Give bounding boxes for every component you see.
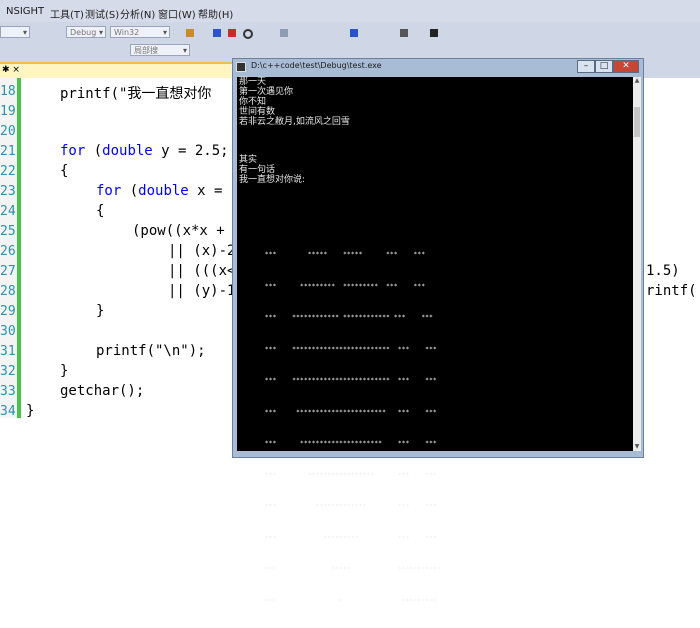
code-line-33: getchar(); — [60, 383, 145, 399]
line-number: 33 — [0, 384, 16, 399]
art-row: *** ************************* *** *** — [257, 345, 437, 353]
menu-window[interactable]: 窗口(W) — [158, 6, 196, 21]
menu-test[interactable]: 测试(S) — [85, 6, 119, 21]
code-line-34: } — [26, 403, 35, 419]
console-line: 那一天 — [239, 77, 267, 87]
code-line-18: printf("我一直想对你 — [60, 86, 212, 102]
console-line: 其实 — [239, 155, 258, 165]
console-title-bar[interactable]: D:\c++code\test\Debug\test.exe – □ ✕ — [233, 59, 643, 75]
line-number: 19 — [0, 104, 16, 119]
art-row: *** ***** ***** *** *** — [257, 251, 426, 258]
code-line-21: for (double y = 2.5; — [60, 143, 229, 159]
line-number: 29 — [0, 304, 16, 319]
code-line-27-right: 1.5) — [646, 263, 680, 279]
code-line-22: { — [60, 163, 69, 179]
nav-combo[interactable] — [0, 26, 30, 39]
menu-help[interactable]: 帮助(H) — [198, 6, 233, 21]
code-line-27: || (((x< — [168, 263, 236, 279]
art-row: *** *********************** *** *** — [257, 408, 437, 416]
step-icon[interactable] — [280, 29, 288, 37]
console-line: 有一句话 — [239, 165, 276, 175]
code-line-28-right: rintf( — [646, 283, 697, 299]
restart-icon[interactable] — [243, 29, 253, 39]
close-button[interactable]: ✕ — [613, 60, 639, 73]
code-line-31: printf("\n"); — [96, 343, 206, 359]
console-line: 第一次遇见你 — [239, 87, 294, 97]
art-row: *** ********* *** *** — [257, 534, 437, 542]
console-line: 你不知 — [239, 97, 267, 107]
change-indicator-bar — [17, 78, 21, 418]
menu-tools[interactable]: 工具(T) — [50, 6, 84, 21]
ascii-art-i-love-u: *** ***** ***** *** *** *** ********* **… — [257, 229, 441, 628]
code-line-32: } — [60, 363, 69, 379]
tab-active-file[interactable]: ✱ × — [0, 62, 232, 78]
line-number: 34 — [0, 404, 16, 419]
code-line-26: || (x)-2 — [168, 243, 236, 259]
line-number: 20 — [0, 124, 16, 139]
line-number: 21 — [0, 144, 16, 159]
code-line-28: || (y)-1 — [168, 283, 236, 299]
scroll-down-icon[interactable]: ▼ — [633, 443, 641, 451]
line-number: 31 — [0, 344, 16, 359]
art-row: *** ************************* *** *** — [257, 377, 437, 384]
code-line-25: (pow((x*x + — [132, 223, 225, 239]
scroll-up-icon[interactable]: ▲ — [633, 77, 641, 85]
line-number: 30 — [0, 324, 16, 339]
menu-analyze[interactable]: 分析(N) — [120, 6, 155, 21]
stop-icon[interactable] — [228, 29, 236, 37]
art-row: *** ************ ************ *** *** — [257, 314, 434, 321]
console-output: 那一天 第一次遇见你 你不知 世间有数 若非云之敝月,如流风之回雪 其实 有一句… — [237, 77, 633, 605]
code-line-29: } — [96, 303, 105, 319]
code-line-23: for (double x = — [96, 183, 223, 199]
config-combo[interactable]: Debug — [66, 26, 106, 39]
toolbar: Debug Win32 局部搜 — [0, 22, 700, 63]
pause-icon[interactable] — [213, 29, 221, 37]
console-line: 我一直想对你说: — [239, 175, 306, 185]
line-number: 25 — [0, 224, 16, 239]
minimize-button[interactable]: – — [577, 60, 595, 73]
line-number: 27 — [0, 264, 16, 279]
line-number-gutter: 18 19 20 21 22 23 24 25 26 27 28 29 30 3… — [0, 78, 17, 419]
breakpoint-icon[interactable] — [350, 29, 358, 37]
scroll-thumb[interactable] — [634, 107, 640, 137]
console-scrollbar[interactable]: ▲ ▼ — [633, 77, 641, 451]
console-line: 世间有数 — [239, 107, 276, 117]
bookmark-icon[interactable] — [186, 29, 194, 37]
line-number: 32 — [0, 364, 16, 379]
line-number: 26 — [0, 244, 16, 259]
line-number: 23 — [0, 184, 16, 199]
art-row: *** ************* *** *** — [257, 503, 437, 510]
art-row: *** ***************** *** *** — [257, 471, 437, 479]
console-title: D:\c++code\test\Debug\test.exe — [251, 61, 382, 70]
line-number: 28 — [0, 284, 16, 299]
art-row: *** ********* ********* *** *** — [257, 282, 426, 290]
art-row: *** * ********* — [257, 597, 437, 605]
platform-combo[interactable]: Win32 — [110, 26, 170, 39]
maximize-button[interactable]: □ — [595, 60, 613, 73]
console-line: 若非云之敝月,如流风之回雪 — [239, 117, 350, 127]
code-line-24: { — [96, 203, 105, 219]
line-number: 18 — [0, 84, 16, 99]
layout-icon[interactable] — [400, 29, 408, 37]
art-row: *** ********************* *** *** — [257, 440, 437, 447]
bookmark-nav-icon[interactable] — [430, 29, 438, 37]
tab-label: ✱ × — [2, 65, 20, 75]
menu-nsight[interactable]: NSIGHT — [6, 6, 44, 17]
line-number: 22 — [0, 164, 16, 179]
menu-bar: NSIGHT 工具(T) 测试(S) 分析(N) 窗口(W) 帮助(H) — [0, 0, 700, 22]
console-window[interactable]: D:\c++code\test\Debug\test.exe – □ ✕ 那一天… — [232, 58, 644, 605]
line-number: 24 — [0, 204, 16, 219]
console-app-icon — [236, 62, 246, 72]
art-row: *** ***** *********** — [257, 566, 441, 573]
search-combo[interactable]: 局部搜 — [130, 44, 190, 57]
